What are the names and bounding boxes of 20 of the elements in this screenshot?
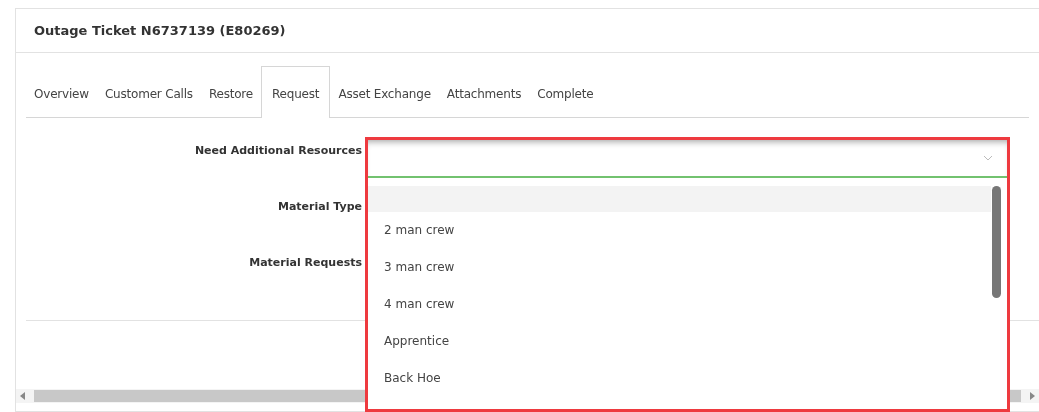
field-label: Need Additional Resources	[194, 144, 362, 159]
dropdown-option[interactable]: 4 man crew	[368, 286, 991, 323]
scrollbar-thumb[interactable]	[992, 186, 1001, 298]
chevron-icon	[983, 155, 993, 161]
tab[interactable]: Attachments	[438, 86, 530, 118]
tab[interactable]: Overview	[26, 86, 97, 118]
tab[interactable]: Customer Calls	[96, 86, 201, 118]
tab[interactable]: Complete	[529, 86, 602, 118]
field-label: Material Type	[278, 200, 362, 215]
dropdown-option[interactable]: Back Hoe	[368, 360, 991, 397]
field-label: Material Requests	[249, 256, 362, 271]
tab[interactable]: Asset Exchange	[330, 86, 439, 118]
panel-title: Outage Ticket N6737139 (E80269)	[34, 23, 286, 38]
tab[interactable]: Restore	[200, 86, 261, 118]
dropdown-option[interactable]: 3 man crew	[368, 249, 991, 286]
dropdown-option[interactable]: Apprentice	[368, 323, 991, 360]
scroll-right-icon[interactable]	[1029, 392, 1035, 400]
dropdown-option[interactable]: 2 man crew	[368, 212, 991, 249]
scroll-left-icon[interactable]	[20, 392, 26, 400]
tab[interactable]: Request	[261, 66, 331, 118]
